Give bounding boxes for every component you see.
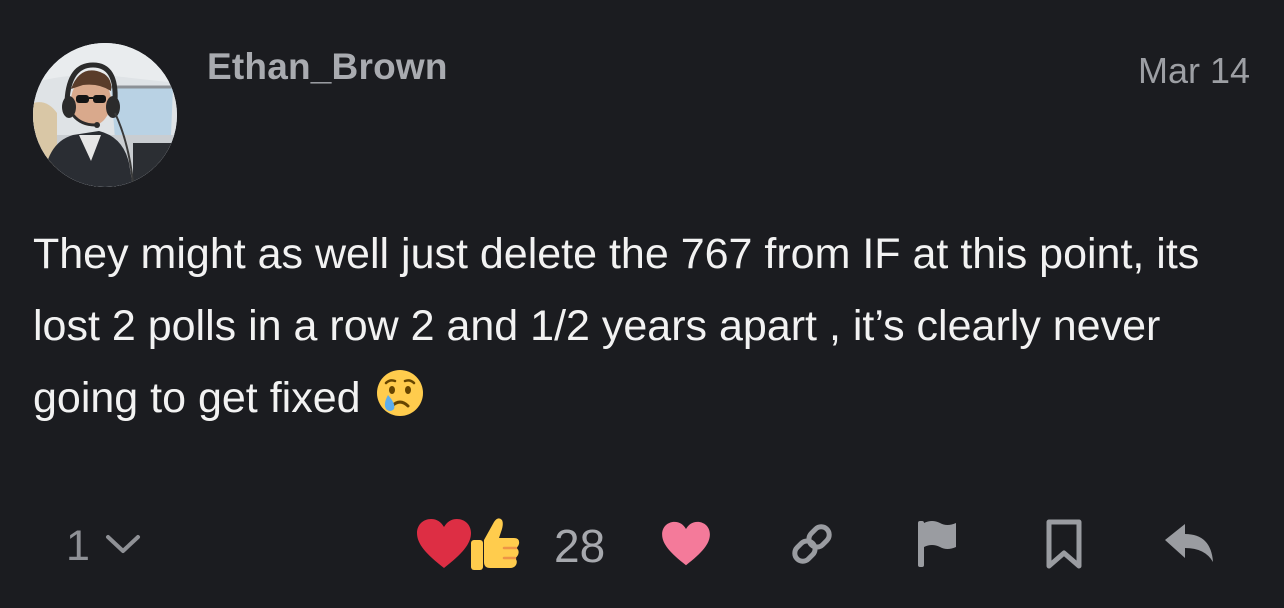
reply-icon — [1163, 522, 1215, 571]
avatar-photo — [33, 43, 177, 187]
share-link-button[interactable] — [784, 518, 840, 574]
flag-button[interactable] — [908, 518, 964, 574]
post-actions: 1 28 — [0, 510, 1284, 580]
replies-toggle[interactable]: 1 — [66, 516, 142, 576]
like-button[interactable] — [658, 518, 714, 574]
reactions-summary[interactable]: 28 — [416, 516, 605, 576]
reply-button[interactable] — [1160, 518, 1218, 574]
avatar[interactable] — [33, 43, 177, 187]
post-text: They might as well just delete the 767 f… — [33, 230, 1200, 422]
link-icon — [788, 520, 836, 573]
heart-emoji — [416, 518, 472, 575]
bookmark-icon — [1044, 519, 1084, 574]
username[interactable]: Ethan_Brown — [207, 46, 448, 88]
reactions-count: 28 — [554, 520, 606, 572]
chevron-down-icon — [104, 532, 142, 561]
post-date[interactable]: Mar 14 — [1138, 50, 1250, 92]
bookmark-button[interactable] — [1036, 518, 1092, 574]
flag-icon — [914, 519, 958, 574]
thumbs-up-emoji — [468, 516, 522, 577]
post-body: They might as well just delete the 767 f… — [33, 218, 1253, 440]
like-heart-icon — [661, 521, 711, 572]
post: Ethan_Brown Mar 14 They might as well ju… — [0, 0, 1284, 608]
crying-face-emoji — [375, 368, 425, 440]
replies-count: 1 — [66, 521, 90, 570]
